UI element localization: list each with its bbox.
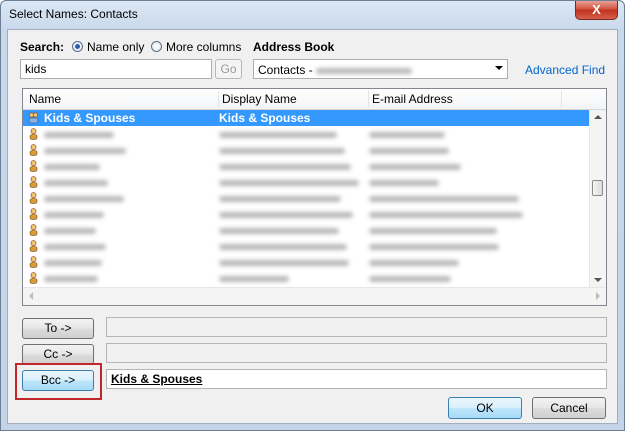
contact-icon bbox=[29, 208, 38, 220]
list-item[interactable] bbox=[23, 238, 589, 254]
row-name: Kids & Spouses bbox=[44, 111, 136, 125]
redacted-name bbox=[44, 195, 124, 202]
contact-icon bbox=[29, 144, 38, 156]
contact-icon bbox=[29, 176, 38, 188]
list-item[interactable] bbox=[23, 254, 589, 270]
dropdown-arrow-icon bbox=[495, 66, 503, 70]
scroll-down-icon[interactable] bbox=[594, 278, 602, 282]
redacted-name bbox=[44, 227, 96, 234]
select-names-dialog: Select Names: Contacts X Search: Name on… bbox=[0, 0, 625, 431]
contact-icon bbox=[29, 256, 38, 268]
bcc-button[interactable]: Bcc -> bbox=[22, 370, 94, 391]
name-only-radio[interactable] bbox=[72, 41, 83, 52]
name-only-label[interactable]: Name only bbox=[87, 40, 144, 54]
redacted-email bbox=[369, 147, 449, 154]
redacted-email bbox=[369, 227, 497, 234]
contact-icon bbox=[29, 240, 38, 252]
redacted-name bbox=[44, 211, 104, 218]
redacted-display-name bbox=[219, 275, 289, 282]
redacted-email bbox=[369, 179, 439, 186]
list-item[interactable] bbox=[23, 270, 589, 286]
redacted-name bbox=[44, 147, 126, 154]
redacted-name bbox=[44, 179, 108, 186]
contacts-list[interactable]: Name Display Name E-mail Address Kids & … bbox=[22, 88, 607, 306]
list-item[interactable] bbox=[23, 190, 589, 206]
contact-icon bbox=[29, 128, 38, 140]
to-button[interactable]: To -> bbox=[22, 318, 94, 339]
redacted-display-name bbox=[219, 259, 349, 266]
list-item[interactable] bbox=[23, 126, 589, 142]
column-header-name[interactable]: Name bbox=[29, 92, 61, 106]
scroll-right-icon[interactable] bbox=[596, 292, 600, 300]
redacted-account bbox=[316, 67, 413, 74]
address-book-value: Contacts - bbox=[258, 63, 317, 77]
cc-field[interactable] bbox=[106, 343, 607, 363]
redacted-name bbox=[44, 131, 114, 138]
address-book-label: Address Book bbox=[253, 40, 335, 54]
scroll-left-icon[interactable] bbox=[29, 292, 33, 300]
ok-button[interactable]: OK bbox=[448, 397, 522, 419]
redacted-email bbox=[369, 163, 461, 170]
redacted-email bbox=[369, 275, 451, 282]
cc-button[interactable]: Cc -> bbox=[22, 344, 94, 365]
redacted-display-name bbox=[219, 131, 337, 138]
redacted-display-name bbox=[219, 147, 345, 154]
contact-icon bbox=[29, 224, 38, 236]
list-item[interactable] bbox=[23, 222, 589, 238]
dialog-body: Search: Name only More columns Address B… bbox=[7, 29, 618, 424]
to-field[interactable] bbox=[106, 317, 607, 337]
column-header-email[interactable]: E-mail Address bbox=[372, 92, 453, 106]
contact-icon bbox=[29, 272, 38, 284]
group-icon bbox=[28, 112, 39, 124]
redacted-email bbox=[369, 211, 523, 218]
redacted-display-name bbox=[219, 195, 341, 202]
redacted-email bbox=[369, 195, 519, 202]
search-label: Search: bbox=[20, 40, 65, 54]
bcc-field[interactable]: Kids & Spouses bbox=[106, 369, 607, 389]
contact-icon bbox=[29, 192, 38, 204]
redacted-email bbox=[369, 259, 459, 266]
row-display-name: Kids & Spouses bbox=[219, 111, 311, 125]
redacted-email bbox=[369, 131, 445, 138]
go-button[interactable]: Go bbox=[215, 59, 242, 79]
vertical-scrollbar[interactable] bbox=[589, 110, 606, 287]
close-button[interactable]: X bbox=[575, 1, 618, 20]
redacted-display-name bbox=[219, 227, 339, 234]
horizontal-scrollbar[interactable] bbox=[23, 287, 606, 305]
redacted-name bbox=[44, 275, 98, 282]
redacted-display-name bbox=[219, 243, 347, 250]
scroll-up-icon[interactable] bbox=[594, 115, 602, 119]
redacted-display-name bbox=[219, 163, 351, 170]
contact-icon bbox=[29, 160, 38, 172]
window-title: Select Names: Contacts bbox=[9, 7, 138, 21]
list-header: Name Display Name E-mail Address bbox=[23, 89, 606, 110]
more-columns-label[interactable]: More columns bbox=[166, 40, 241, 54]
scroll-thumb[interactable] bbox=[592, 180, 603, 196]
list-item[interactable] bbox=[23, 206, 589, 222]
column-header-display-name[interactable]: Display Name bbox=[222, 92, 297, 106]
more-columns-radio[interactable] bbox=[151, 41, 162, 52]
address-book-select[interactable]: Contacts - bbox=[253, 59, 508, 79]
list-item[interactable] bbox=[23, 142, 589, 158]
redacted-display-name bbox=[219, 211, 353, 218]
list-item[interactable] bbox=[23, 174, 589, 190]
redacted-display-name bbox=[219, 179, 359, 186]
redacted-email bbox=[369, 243, 499, 250]
redacted-name bbox=[44, 163, 100, 170]
title-bar: Select Names: Contacts X bbox=[1, 1, 624, 29]
redacted-name bbox=[44, 259, 102, 266]
list-row-selected[interactable]: Kids & Spouses Kids & Spouses bbox=[23, 110, 589, 126]
search-input[interactable]: kids bbox=[20, 59, 212, 79]
list-rows: Kids & Spouses Kids & Spouses bbox=[23, 110, 589, 305]
advanced-find-link[interactable]: Advanced Find bbox=[525, 63, 605, 77]
redacted-name bbox=[44, 243, 106, 250]
cancel-button[interactable]: Cancel bbox=[532, 397, 606, 419]
list-item[interactable] bbox=[23, 158, 589, 174]
